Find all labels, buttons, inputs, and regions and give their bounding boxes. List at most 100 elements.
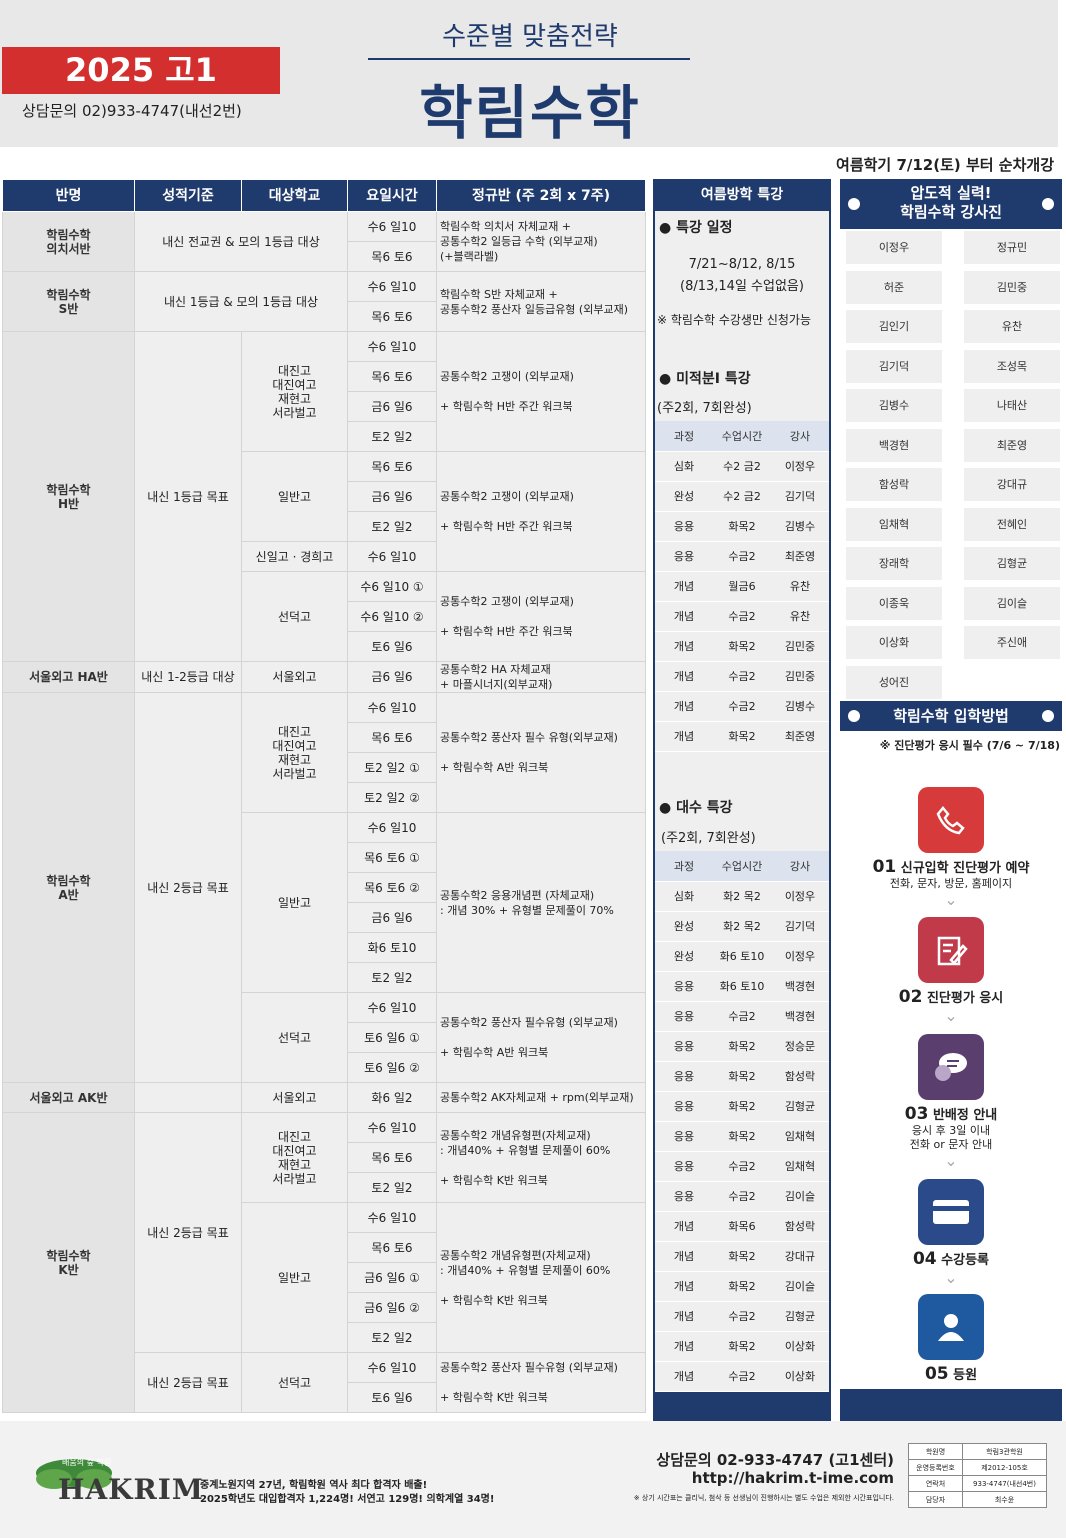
summer-row: 완성 화2 목2 김기덕 bbox=[655, 911, 829, 942]
class-name: 학림수학 H반 bbox=[2, 331, 135, 662]
grade-criteria: 내신 2등급 목표 bbox=[134, 1112, 242, 1353]
day-time: 수6 일10 bbox=[347, 1112, 437, 1143]
edit-icon bbox=[918, 917, 984, 983]
step-title: 05 등원 bbox=[840, 1364, 1062, 1384]
day-time: 토6 일6 bbox=[347, 631, 437, 662]
summer-col-header: 수업시간 bbox=[713, 421, 771, 452]
course-level: 완성 bbox=[655, 941, 713, 972]
class-time: 화목2 bbox=[713, 631, 771, 662]
info-value: 933-4747(내선4번) bbox=[962, 1475, 1047, 1492]
curriculum: 공통수학2 풍산자 필수유형 (외부교재) + 학림수학 K반 워크북 bbox=[436, 1352, 646, 1413]
grade-criteria: 내신 1-2등급 대상 bbox=[134, 661, 242, 693]
summer-row: 개념 수금2 유찬 bbox=[655, 601, 829, 632]
teacher-name: 임채혁 bbox=[846, 507, 942, 541]
teacher-name: 장래학 bbox=[846, 547, 942, 580]
curriculum: 공통수학2 HA 자체교재 + 마플시너지(외부교재) bbox=[436, 661, 646, 693]
curriculum: 학림수학 의치서 자체교재 + 공통수학2 일등급 수학 (외부교재) (+블랙… bbox=[436, 211, 646, 272]
teacher-name: 허준 bbox=[846, 270, 942, 304]
instructor: 김민중 bbox=[771, 631, 829, 662]
target-school: 선덕고 bbox=[241, 1352, 348, 1413]
summer-panel: 여름방학 특강 ● 특강 일정 7/21~8/12, 8/15 (8/13,14… bbox=[653, 179, 831, 1421]
curriculum: 공통수학2 AK자체교재 + rpm(외부교재) bbox=[436, 1082, 646, 1113]
step-number: 03 bbox=[904, 1104, 929, 1124]
curriculum: 공통수학2 개념유형편(자체교재) : 개념40% + 유형별 문제풀이 60%… bbox=[436, 1202, 646, 1353]
day-time: 수6 일10 bbox=[347, 1352, 437, 1383]
summer-col-header: 과정 bbox=[655, 421, 713, 452]
grade-criteria: 내신 1등급 목표 bbox=[134, 331, 242, 662]
class-time: 수금2 bbox=[713, 661, 771, 692]
info-label: 담당자 bbox=[908, 1491, 963, 1508]
grade-criteria: 내신 2등급 목표 bbox=[134, 692, 242, 1083]
col-header: 정규반 (주 2회 x 7주) bbox=[436, 179, 646, 212]
target-school: 대진고 대진여고 재현고 서라벌고 bbox=[241, 331, 348, 452]
year-badge: 2025 고1 bbox=[2, 47, 280, 94]
target-school: 대진고 대진여고 재현고 서라벌고 bbox=[241, 1112, 348, 1203]
course-level: 개념 bbox=[655, 1211, 713, 1242]
day-time: 화6 토10 bbox=[347, 932, 437, 963]
teacher-name: 김민중 bbox=[964, 270, 1060, 304]
algebra-heading: ● 대수 특강 bbox=[659, 800, 733, 816]
target-school: 선덕고 bbox=[241, 571, 348, 662]
staff-panel: 압도적 실력! 학림수학 강사진 이정우 정규민 허준 김민중 김인기 유찬 김기덕 조성목 김… bbox=[840, 179, 1062, 1421]
class-name: 학림수학 의치서반 bbox=[2, 211, 135, 272]
summer-body: ● 특강 일정 7/21~8/12, 8/15 (8/13,14일 수업없음) … bbox=[655, 211, 829, 1392]
summer-row: 개념 화목2 김이슬 bbox=[655, 1271, 829, 1302]
page-title: 학림수학 bbox=[419, 79, 641, 147]
day-time: 금6 일6 bbox=[347, 902, 437, 933]
day-time: 토6 일6 bbox=[347, 1382, 437, 1413]
curriculum: 학림수학 S반 자체교재 + 공통수학2 풍산자 일등급유형 (외부교재) bbox=[436, 271, 646, 332]
day-time: 목6 토6 bbox=[347, 1142, 437, 1173]
course-level: 응용 bbox=[655, 511, 713, 542]
table-row: 학림수학 H반 내신 1등급 목표 대진고 대진여고 재현고 서라벌고 수6 일10 공… bbox=[2, 331, 646, 662]
grade-criteria: 내신 전교권 & 모의 1등급 대상 bbox=[134, 211, 348, 272]
target-school: 서울외고 bbox=[241, 1082, 348, 1113]
footer-url[interactable]: http://hakrim.t-ime.com bbox=[692, 1469, 894, 1487]
class-time: 수금2 bbox=[713, 1301, 771, 1332]
instructor: 김병수 bbox=[771, 691, 829, 722]
eligibility-note: ※ 학림수학 수강생만 신청가능 bbox=[657, 313, 811, 327]
algebra-sub: (주2회, 7회완성) bbox=[661, 831, 756, 846]
teacher-name: 백경현 bbox=[846, 428, 942, 462]
instructor: 강대규 bbox=[771, 1241, 829, 1272]
class-time: 화목2 bbox=[713, 1121, 771, 1152]
schedule-heading: ● 특강 일정 bbox=[659, 220, 733, 236]
course-level: 개념 bbox=[655, 691, 713, 722]
footer-phone: 상담문의 02-933-4747 (고1센터) bbox=[656, 1451, 894, 1469]
teacher-name: 전혜인 bbox=[964, 507, 1060, 541]
instructor: 이상화 bbox=[771, 1361, 829, 1392]
table-row: 학림수학 A반 내신 2등급 목표 대진고 대진여고 재현고 서라벌고 수6 일10 공… bbox=[2, 692, 646, 1083]
summer-row: 응용 화6 토10 백경현 bbox=[655, 971, 829, 1002]
course-level: 응용 bbox=[655, 1091, 713, 1122]
day-time: 금6 일6 ① bbox=[347, 1262, 437, 1293]
info-value: 제2012-105호 bbox=[962, 1459, 1047, 1476]
teacher-name: 이정우 bbox=[846, 231, 942, 264]
footer-line1: 중계노원지역 27년, 학림학원 역사 최다 합격자 배출! bbox=[200, 1480, 428, 1491]
summer-row: 심화 수2 금2 이정우 bbox=[655, 451, 829, 482]
day-time: 목6 토6 ② bbox=[347, 872, 437, 903]
day-time: 수6 일10 ② bbox=[347, 601, 437, 632]
instructor: 김병수 bbox=[771, 511, 829, 542]
day-time: 수6 일10 bbox=[347, 992, 437, 1023]
table-row: 학림수학 의치서반 내신 전교권 & 모의 1등급 대상 수6 일10 학림수학 의치… bbox=[2, 211, 646, 272]
teacher-name: 나태산 bbox=[964, 389, 1060, 422]
instructor: 김기덕 bbox=[771, 911, 829, 942]
chevron-down-icon: ⌄ bbox=[944, 1268, 958, 1287]
instructor: 김형균 bbox=[771, 1091, 829, 1122]
class-time: 화목2 bbox=[713, 1061, 771, 1092]
course-level: 완성 bbox=[655, 481, 713, 512]
target-school: 일반고 bbox=[241, 812, 348, 993]
info-label: 운영등록번호 bbox=[908, 1459, 963, 1476]
schedule-table: 반명 성적기준 대상학교 요일시간 정규반 (주 2회 x 7주) 학림수학 의치서반 내… bbox=[2, 179, 646, 1413]
curriculum: 공통수학2 고쟁이 (외부교재) + 학림수학 H반 주간 워크북 bbox=[436, 451, 646, 572]
summer-row: 개념 화목2 강대규 bbox=[655, 1241, 829, 1272]
curriculum: 공통수학2 풍산자 필수유형 (외부교재) + 학림수학 A반 워크북 bbox=[436, 992, 646, 1083]
instructor: 백경현 bbox=[771, 971, 829, 1002]
summer-row: 응용 화목2 김병수 bbox=[655, 511, 829, 542]
summer-row: 응용 화목2 함성락 bbox=[655, 1061, 829, 1092]
course-level: 개념 bbox=[655, 601, 713, 632]
chevron-down-icon: ⌄ bbox=[944, 1151, 958, 1170]
summer-row: 개념 화목2 최준영 bbox=[655, 721, 829, 752]
day-time: 금6 일6 ② bbox=[347, 1292, 437, 1323]
grade-criteria bbox=[134, 1082, 242, 1113]
instructor: 이상화 bbox=[771, 1331, 829, 1362]
